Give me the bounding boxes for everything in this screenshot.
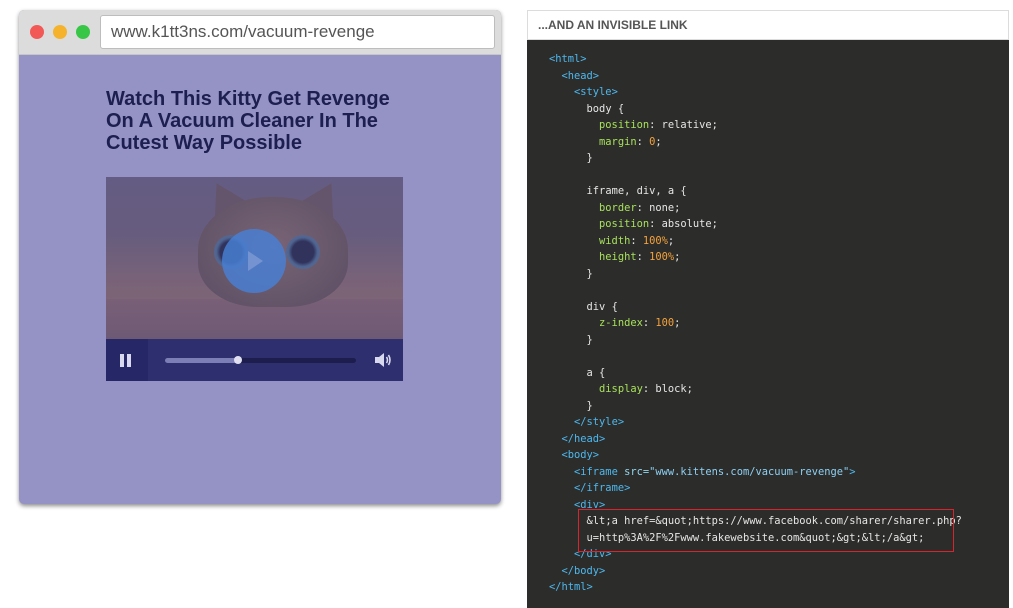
- code-token: </iframe>: [574, 482, 631, 494]
- video-player[interactable]: [106, 177, 403, 381]
- code-token: margin: [599, 135, 637, 148]
- code-token: iframe, div, a {: [586, 185, 687, 197]
- code-line: }: [549, 150, 962, 167]
- code-token: a {: [586, 366, 606, 379]
- code-line: <body>: [549, 447, 962, 464]
- code-token: }: [586, 333, 593, 346]
- code-token: display: [599, 383, 643, 395]
- code-token: :: [636, 251, 650, 263]
- code-line: a {: [549, 365, 962, 382]
- code-token: <html>: [549, 53, 587, 65]
- code-panel-title: ...AND AN INVISIBLE LINK: [527, 10, 1009, 40]
- code-line: iframe, div, a {: [549, 183, 962, 200]
- code-line: position: relative;: [549, 117, 962, 134]
- code-line: body {: [549, 101, 962, 118]
- video-controls: [106, 339, 403, 381]
- code-token: position: [599, 119, 650, 131]
- code-token: src=: [624, 465, 650, 478]
- code-line: border: none;: [549, 200, 962, 217]
- code-token: : absolute;: [649, 218, 718, 230]
- code-token: div {: [586, 300, 618, 313]
- page-headline: Watch This Kitty Get Revenge On A Vacuum…: [106, 88, 390, 154]
- code-token: </style>: [574, 416, 625, 428]
- code-line: position: absolute;: [549, 216, 962, 233]
- code-token: ;: [674, 251, 681, 263]
- highlighted-invisible-link-code: [578, 509, 954, 552]
- code-line: width: 100%;: [549, 233, 962, 250]
- code-token: <style>: [574, 86, 618, 98]
- code-line: </body>: [549, 563, 962, 580]
- code-line: </style>: [549, 414, 962, 431]
- code-token: : relative;: [649, 119, 718, 131]
- code-token: width: [599, 234, 631, 247]
- video-thumbnail: [106, 177, 403, 339]
- minimize-window-button[interactable]: [53, 25, 67, 39]
- code-token: <head>: [561, 69, 600, 82]
- code-token: body {: [586, 102, 625, 115]
- code-line: display: block;: [549, 381, 962, 398]
- close-window-button[interactable]: [30, 25, 44, 39]
- code-token: 100: [655, 317, 675, 329]
- code-token: border: [599, 201, 637, 214]
- code-token: >: [849, 465, 856, 478]
- code-token: </html>: [549, 581, 593, 593]
- code-token: ;: [655, 135, 662, 148]
- pause-icon: [127, 354, 131, 367]
- code-line: <head>: [549, 68, 962, 85]
- code-line: margin: 0;: [549, 134, 962, 151]
- address-bar[interactable]: www.k1tt3ns.com/vacuum-revenge: [100, 15, 495, 49]
- browser-toolbar: www.k1tt3ns.com/vacuum-revenge: [19, 10, 501, 55]
- code-line: <iframe src="www.kittens.com/vacuum-reve…: [549, 464, 962, 481]
- code-token: <body>: [561, 449, 600, 461]
- code-token: :: [636, 135, 650, 148]
- code-token: position: [599, 218, 650, 230]
- code-token: 100%: [649, 251, 675, 263]
- maximize-window-button[interactable]: [76, 25, 90, 39]
- code-token: 100%: [642, 234, 668, 247]
- browser-window: www.k1tt3ns.com/vacuum-revenge Watch Thi…: [19, 10, 501, 504]
- code-token: ;: [674, 317, 681, 329]
- code-token: </body>: [561, 564, 606, 577]
- code-line: }: [549, 266, 962, 283]
- code-token: </head>: [561, 432, 606, 445]
- code-token: }: [586, 267, 593, 280]
- code-token: }: [586, 399, 593, 412]
- code-line: z-index: 100;: [549, 315, 962, 332]
- code-line: </iframe>: [549, 480, 962, 497]
- code-token: :: [630, 234, 643, 247]
- progress-slider[interactable]: [165, 356, 356, 364]
- code-line: <style>: [549, 84, 962, 101]
- play-button[interactable]: [222, 229, 286, 293]
- code-token: :: [642, 317, 656, 329]
- progress-handle[interactable]: [233, 356, 242, 364]
- code-line: }: [549, 398, 962, 415]
- code-token: }: [586, 152, 593, 164]
- code-line: </head>: [549, 431, 962, 448]
- code-line: </html>: [549, 579, 962, 596]
- code-token: : none;: [636, 201, 681, 214]
- play-icon: [248, 251, 263, 271]
- volume-icon[interactable]: [373, 351, 393, 369]
- code-token: height: [599, 251, 637, 263]
- code-line: }: [549, 332, 962, 349]
- code-line: div {: [549, 299, 962, 316]
- code-token: "www.kittens.com/vacuum-revenge": [649, 465, 850, 478]
- pause-button[interactable]: [106, 339, 148, 381]
- code-token: : block;: [642, 383, 693, 395]
- code-block: <html> <head> <style> body { position: r…: [527, 40, 1009, 608]
- code-panel: ...AND AN INVISIBLE LINK <html> <head> <…: [527, 10, 1009, 608]
- code-token: z-index: [599, 317, 643, 329]
- pause-icon: [120, 354, 124, 367]
- progress-fill: [165, 358, 238, 363]
- code-token: ;: [667, 234, 675, 247]
- code-token: <iframe: [574, 465, 625, 478]
- code-line: <html>: [549, 51, 962, 68]
- code-line: height: 100%;: [549, 249, 962, 266]
